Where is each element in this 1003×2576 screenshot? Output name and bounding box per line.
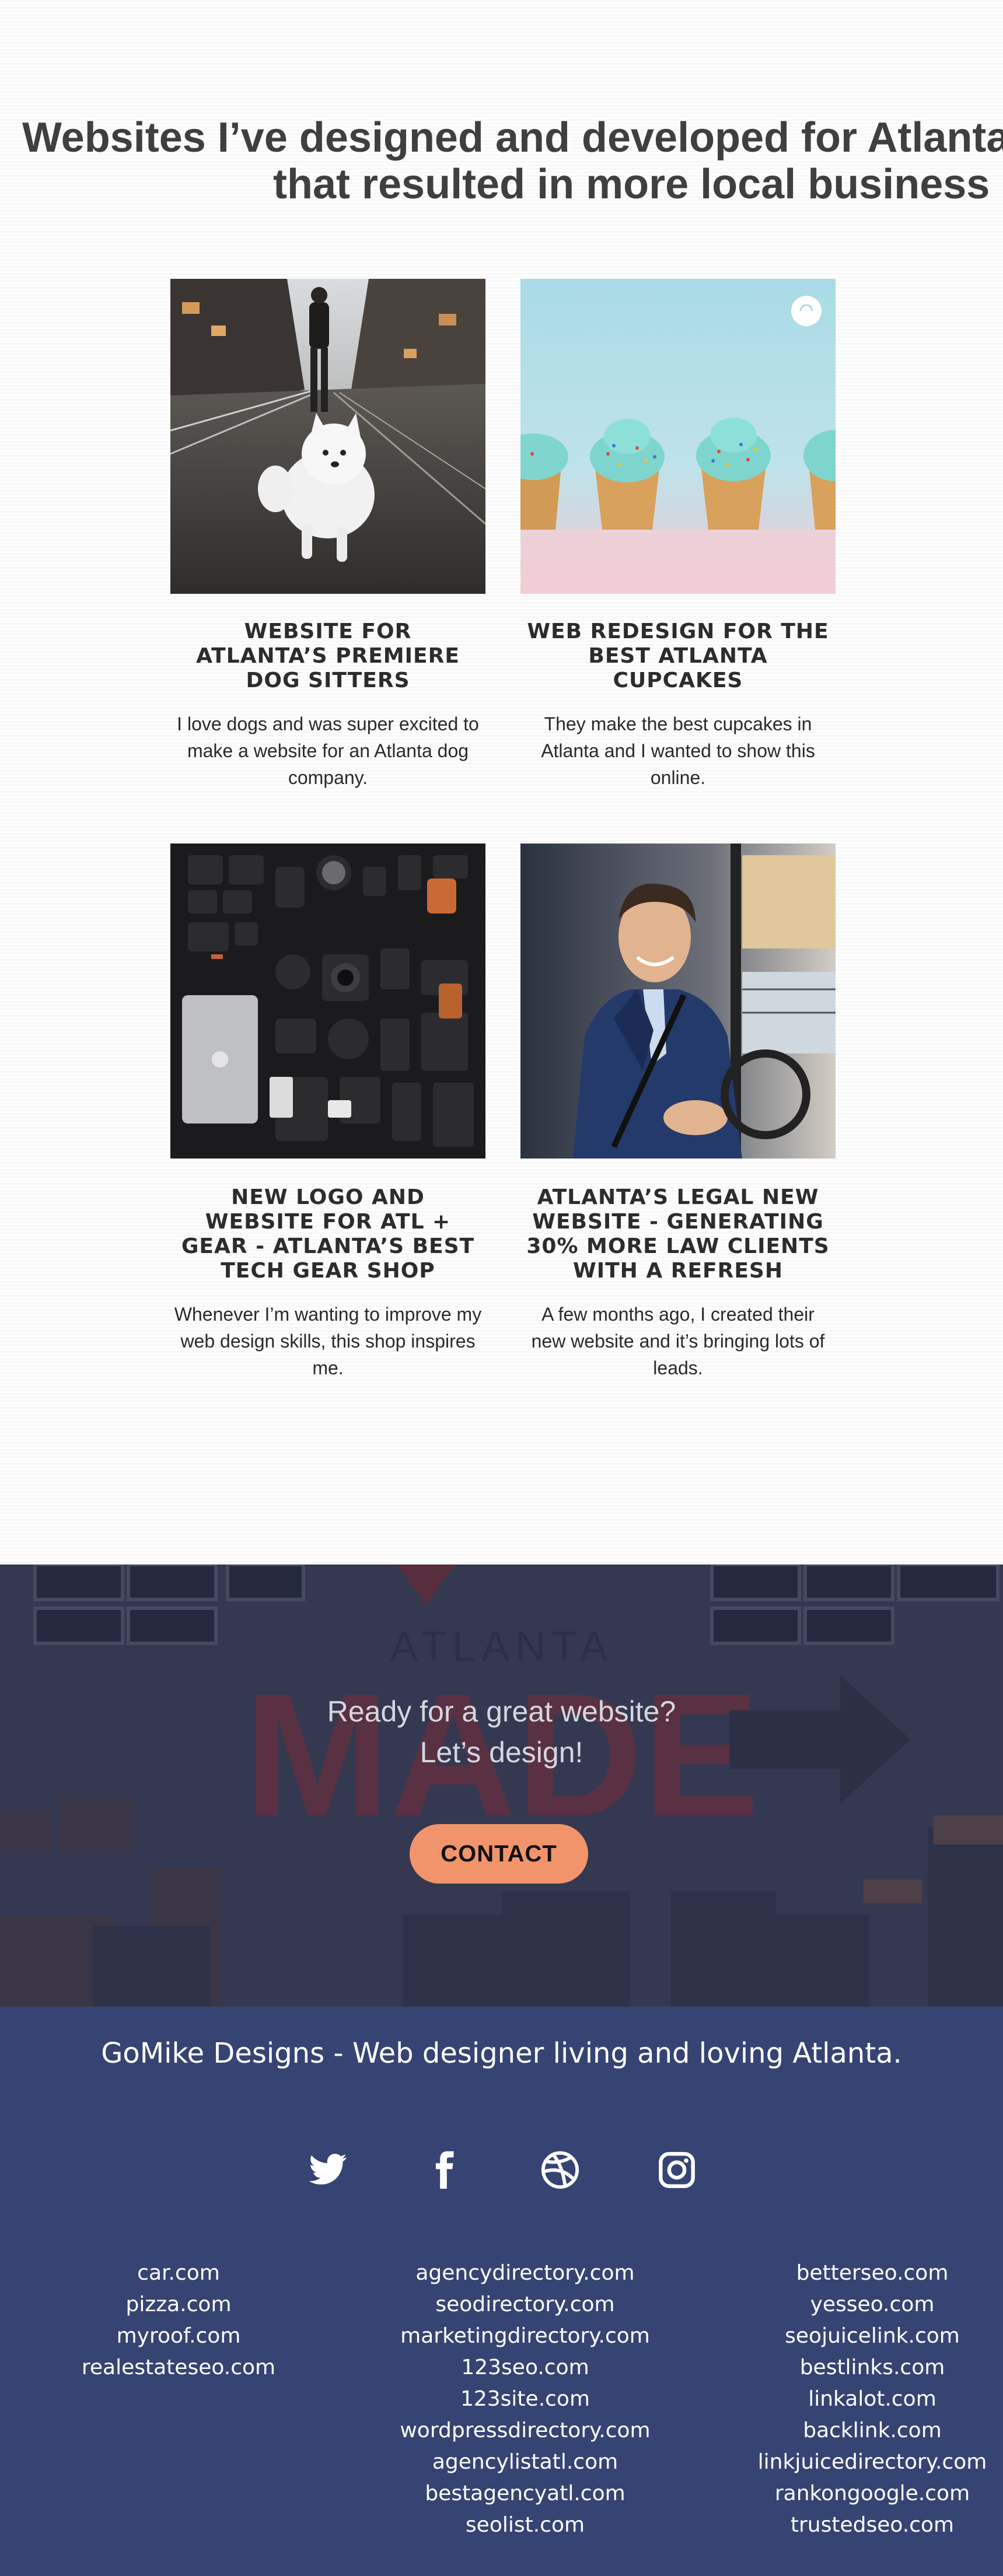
footer-links-column-3: betterseo.com yesseo.com seojuicelink.co… [741,2258,1003,2541]
card-title[interactable]: NEW LOGO AND WEBSITE FOR ATL + GEAR - AT… [170,1185,485,1283]
portfolio-card-dog-sitters[interactable]: WEBSITE FOR ATLANTA’S PREMIERE DOG SITTE… [170,279,485,791]
instagram-icon [659,2152,695,2188]
headline-line-2: that resulted in more local business [273,161,990,208]
footer-link[interactable]: linkalot.com [741,2384,1003,2415]
footer-link[interactable]: bestagencyatl.com [379,2478,671,2510]
lawyer-photo[interactable] [520,844,836,1158]
footer-link[interactable]: bestlinks.com [741,2352,1003,2384]
footer-tagline: GoMike Designs - Web designer living and… [101,2037,902,2070]
card-description: A few months ago, I created their new we… [531,1304,825,1378]
dribbble-icon [541,2151,579,2189]
twitter-link[interactable] [307,2150,348,2190]
portfolio-headline: Websites I’ve designed and developed for… [22,114,1003,208]
footer: GoMike Designs - Web designer living and… [0,2007,1003,2576]
footer-link[interactable]: marketingdirectory.com [379,2320,671,2352]
card-title[interactable]: WEBSITE FOR ATLANTA’S PREMIERE DOG SITTE… [170,620,485,693]
footer-link[interactable]: agencylistatl.com [379,2446,671,2478]
cta-line-2: Let’s design! [420,1736,583,1769]
portfolio-card-cupcakes[interactable]: WEB REDESIGN FOR THE BEST ATLANTA CUPCAK… [520,279,836,791]
twitter-icon [309,2154,347,2185]
facebook-icon [435,2151,454,2189]
footer-link[interactable]: betterseo.com [741,2258,1003,2289]
cupcakes-photo[interactable] [520,279,836,594]
contact-button[interactable]: CONTACT [410,1824,588,1884]
facebook-link[interactable] [423,2150,464,2190]
footer-link[interactable]: seolist.com [379,2510,671,2541]
footer-link[interactable]: myroof.com [58,2320,299,2352]
cta-line-1: Ready for a great website? [327,1695,676,1728]
footer-link[interactable]: realestateseo.com [58,2352,299,2384]
footer-link[interactable]: linkjuicedirectory.com [741,2446,1003,2478]
instagram-link[interactable] [656,2150,697,2190]
footer-link[interactable]: wordpressdirectory.com [379,2415,671,2446]
social-links [0,2150,1003,2190]
footer-link[interactable]: seodirectory.com [379,2289,671,2320]
footer-link[interactable]: seojuicelink.com [741,2320,1003,2352]
card-description: Whenever I’m wanting to improve my web d… [174,1304,482,1378]
card-description: They make the best cupcakes in Atlanta a… [541,713,815,788]
footer-link[interactable]: backlink.com [741,2415,1003,2446]
footer-link[interactable]: car.com [58,2258,299,2289]
tech-gear-photo[interactable] [170,844,485,1158]
card-description: I love dogs and was super excited to mak… [177,713,479,788]
card-title[interactable]: ATLANTA’S LEGAL NEW WEBSITE - GENERATING… [520,1185,836,1283]
footer-link[interactable]: 123site.com [379,2384,671,2415]
footer-link[interactable]: pizza.com [58,2289,299,2320]
footer-links-column-2: agencydirectory.com seodirectory.com mar… [379,2258,671,2541]
footer-link[interactable]: rankongoogle.com [741,2478,1003,2510]
footer-link[interactable]: agencydirectory.com [379,2258,671,2289]
footer-link[interactable]: 123seo.com [379,2352,671,2384]
footer-link[interactable]: trustedseo.com [741,2510,1003,2541]
portfolio-section: Websites I’ve designed and developed for… [0,0,1003,1564]
portfolio-card-legal[interactable]: ATLANTA’S LEGAL NEW WEBSITE - GENERATING… [520,844,836,1381]
dribbble-link[interactable] [540,2150,581,2190]
cta-section: ATLANTA MADE Ready for a great website? … [0,1564,1003,2007]
footer-link[interactable]: yesseo.com [741,2289,1003,2320]
card-title[interactable]: WEB REDESIGN FOR THE BEST ATLANTA CUPCAK… [520,620,836,693]
headline-line-1: Websites I’ve designed and developed for… [22,114,1003,161]
portfolio-card-tech-gear[interactable]: NEW LOGO AND WEBSITE FOR ATL + GEAR - AT… [170,844,485,1381]
atlanta-made-background: ATLANTA MADE [0,1564,1003,2007]
footer-links-column-1: car.com pizza.com myroof.com realestates… [58,2258,299,2384]
dog-photo[interactable] [170,279,485,594]
